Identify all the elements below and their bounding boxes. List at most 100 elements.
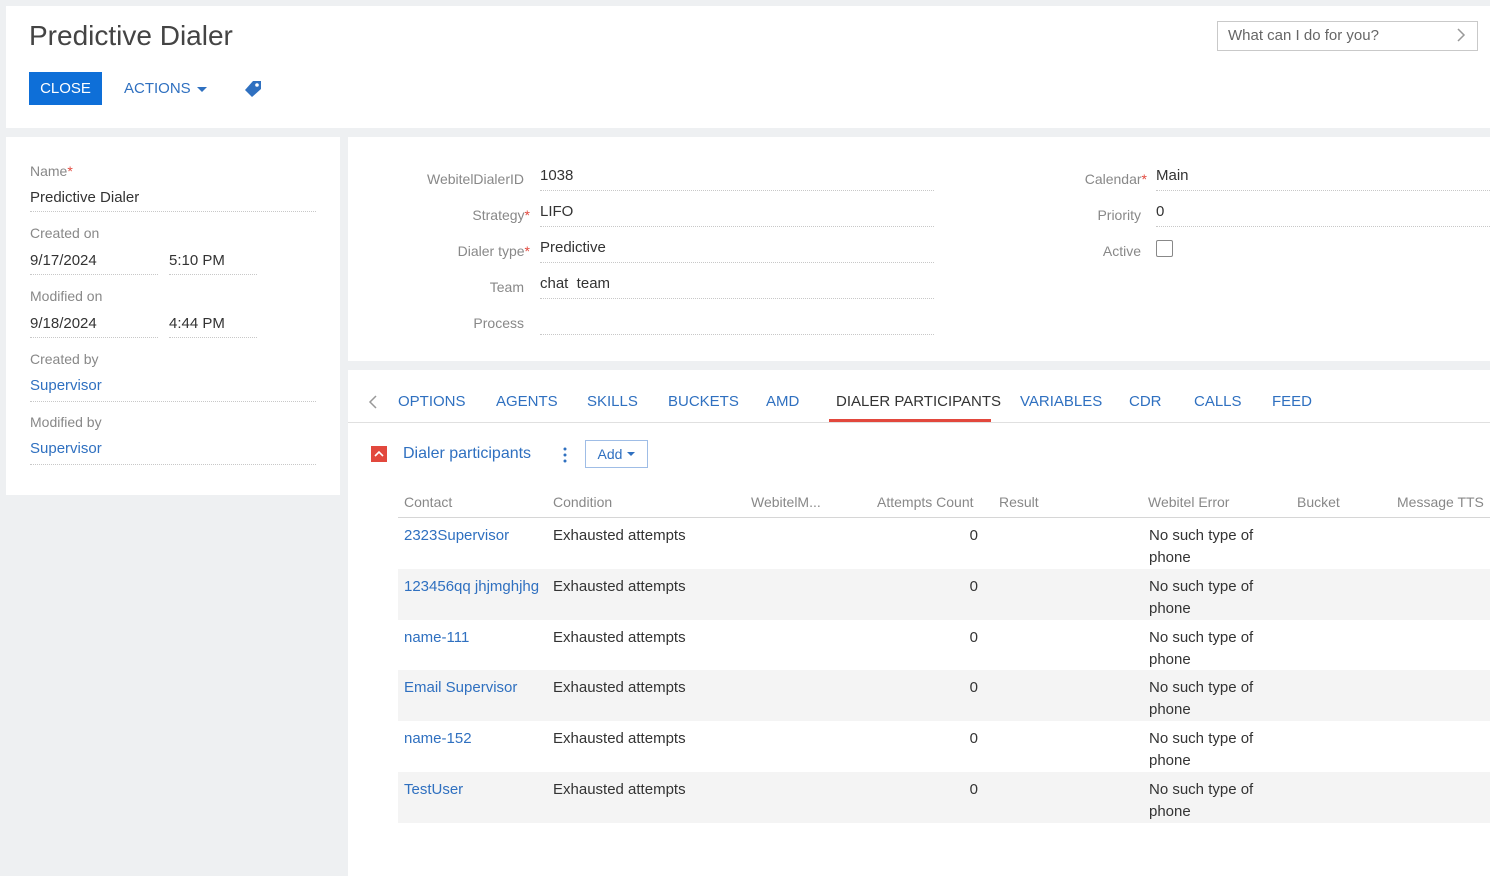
add-label: Add — [597, 446, 623, 462]
contact-link[interactable]: 123456qq jhjmghjhg — [404, 576, 544, 598]
dialer-id-label: WebitelDialerID — [427, 171, 524, 187]
tab-skills[interactable]: SKILLS — [587, 393, 638, 410]
error-cell: No such type of phone — [1149, 527, 1254, 566]
attempts-cell: 0 — [969, 679, 978, 696]
process-field[interactable] — [540, 311, 934, 335]
condition-cell: Exhausted attempts — [553, 578, 686, 595]
tag-icon[interactable] — [244, 80, 262, 98]
column-header-bucket[interactable]: Bucket — [1297, 494, 1340, 510]
created-by-link[interactable]: Supervisor — [30, 377, 316, 402]
add-button[interactable]: Add — [585, 440, 648, 468]
required-marker: * — [524, 207, 530, 223]
search-input[interactable] — [1218, 22, 1448, 48]
strategy-field[interactable]: LIFO — [540, 203, 934, 227]
created-date: 9/17/2024 — [30, 252, 158, 275]
condition-cell: Exhausted attempts — [553, 629, 686, 646]
detail-title[interactable]: Dialer participants — [403, 445, 531, 463]
tabs-divider — [348, 422, 1490, 423]
contact-link[interactable]: name-152 — [404, 728, 544, 750]
priority-field[interactable]: 0 — [1156, 203, 1490, 227]
actions-label: ACTIONS — [124, 80, 191, 97]
name-label: Name* — [30, 163, 73, 179]
detail-panel: OPTIONS AGENTS SKILLS BUCKETS AMD DIALER… — [348, 370, 1490, 876]
active-label: Active — [1102, 243, 1141, 259]
attempts-cell: 0 — [969, 527, 978, 544]
created-on-label: Created on — [30, 225, 100, 241]
caret-down-icon — [196, 86, 207, 92]
condition-cell: Exhausted attempts — [553, 730, 686, 747]
main-fields-panel: WebitelDialerID 1038 Strategy* LIFO Dial… — [348, 137, 1490, 361]
modified-by-link[interactable]: Supervisor — [30, 440, 316, 465]
active-tab-indicator — [829, 419, 991, 422]
tab-options[interactable]: OPTIONS — [398, 393, 466, 410]
column-header-result[interactable]: Result — [999, 494, 1039, 510]
team-field[interactable]: chat team — [540, 275, 934, 299]
table-row[interactable]: name-152 Exhausted attempts 0 No such ty… — [398, 721, 1490, 772]
kebab-menu-icon[interactable] — [561, 446, 569, 464]
contact-link[interactable]: name-111 — [404, 627, 544, 649]
chevron-right-icon[interactable] — [1455, 28, 1467, 42]
table-row[interactable]: TestUser Exhausted attempts 0 No such ty… — [398, 772, 1490, 823]
summary-panel: Name* Predictive Dialer Created on 9/17/… — [6, 137, 340, 495]
command-search[interactable] — [1217, 21, 1478, 51]
table-row[interactable]: Email Supervisor Exhausted attempts 0 No… — [398, 670, 1490, 721]
actions-button[interactable]: ACTIONS — [124, 80, 207, 97]
column-header-condition[interactable]: Condition — [553, 494, 612, 510]
tab-agents[interactable]: AGENTS — [496, 393, 558, 410]
error-cell: No such type of phone — [1149, 629, 1254, 668]
condition-cell: Exhausted attempts — [553, 527, 686, 544]
process-label: Process — [473, 315, 524, 331]
created-by-label: Created by — [30, 351, 99, 367]
tab-dialer-participants[interactable]: DIALER PARTICIPANTS — [836, 393, 1001, 410]
column-header-webitelm[interactable]: WebitelM... — [751, 494, 821, 510]
tab-calls[interactable]: CALLS — [1194, 393, 1242, 410]
attempts-cell: 0 — [969, 730, 978, 747]
calendar-field[interactable]: Main — [1156, 167, 1490, 191]
dialer-type-field[interactable]: Predictive — [540, 239, 934, 263]
table-row[interactable]: name-111 Exhausted attempts 0 No such ty… — [398, 620, 1490, 671]
page-title: Predictive Dialer — [29, 20, 233, 51]
tab-buckets[interactable]: BUCKETS — [668, 393, 739, 410]
column-header-contact[interactable]: Contact — [404, 494, 452, 510]
column-header-message-tts[interactable]: Message TTS — [1397, 494, 1484, 510]
table-row[interactable]: 2323Supervisor Exhausted attempts 0 No s… — [398, 518, 1490, 569]
attempts-cell: 0 — [969, 629, 978, 646]
strategy-label: Strategy* — [472, 207, 530, 223]
column-header-attempts-count[interactable]: Attempts Count — [877, 494, 974, 510]
error-cell: No such type of phone — [1149, 578, 1254, 617]
dialer-type-label: Dialer type* — [457, 243, 530, 259]
modified-time: 4:44 PM — [169, 315, 257, 338]
modified-by-label: Modified by — [30, 414, 102, 430]
dialer-id-field[interactable]: 1038 — [540, 167, 934, 191]
attempts-cell: 0 — [969, 781, 978, 798]
table-row[interactable]: 123456qq jhjmghjhg Exhausted attempts 0 … — [398, 569, 1490, 620]
tab-variables[interactable]: VARIABLES — [1020, 393, 1102, 410]
condition-cell: Exhausted attempts — [553, 781, 686, 798]
priority-label: Priority — [1097, 207, 1141, 223]
error-cell: No such type of phone — [1149, 679, 1254, 718]
column-header-webitel-error[interactable]: Webitel Error — [1148, 494, 1229, 510]
error-cell: No such type of phone — [1149, 730, 1254, 769]
collapse-icon[interactable] — [371, 446, 387, 462]
modified-date: 9/18/2024 — [30, 315, 158, 338]
required-marker: * — [67, 163, 73, 179]
tab-amd[interactable]: AMD — [766, 393, 799, 410]
calendar-label: Calendar* — [1084, 171, 1147, 187]
required-marker: * — [524, 243, 530, 259]
active-checkbox[interactable] — [1156, 240, 1173, 257]
contact-link[interactable]: Email Supervisor — [404, 677, 544, 699]
chevron-left-icon[interactable] — [368, 395, 378, 409]
page-header: Predictive Dialer CLOSE ACTIONS — [6, 6, 1490, 128]
tab-feed[interactable]: FEED — [1272, 393, 1312, 410]
team-label: Team — [489, 279, 524, 295]
required-marker: * — [1141, 171, 1147, 187]
modified-on-label: Modified on — [30, 288, 103, 304]
tab-cdr[interactable]: CDR — [1129, 393, 1162, 410]
contact-link[interactable]: TestUser — [404, 779, 544, 801]
name-field[interactable]: Predictive Dialer — [30, 189, 316, 212]
attempts-cell: 0 — [969, 578, 978, 595]
error-cell: No such type of phone — [1149, 781, 1254, 820]
contact-link[interactable]: 2323Supervisor — [404, 525, 544, 547]
caret-down-icon — [627, 452, 636, 456]
close-button[interactable]: CLOSE — [29, 72, 102, 105]
